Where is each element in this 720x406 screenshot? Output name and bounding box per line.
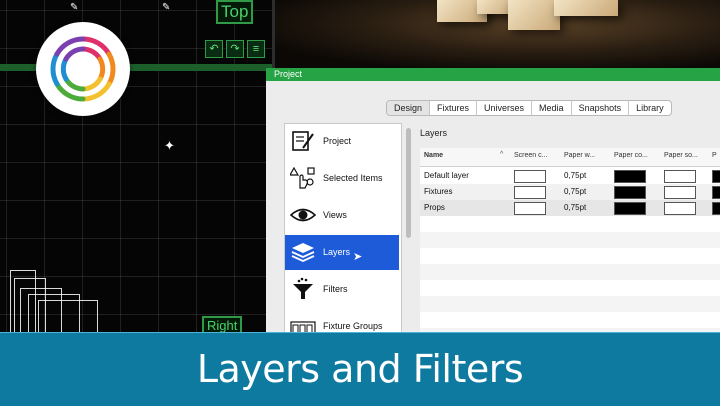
viewport-toolbar: ↶ ↷ ≡ — [205, 40, 265, 58]
paper-width-value[interactable]: 0,75pt — [564, 171, 586, 180]
mouse-pointer-icon: ➤ — [353, 251, 363, 263]
sidebar-item-label: Selected Items — [323, 173, 383, 183]
sidebar-scrollbar[interactable] — [406, 128, 411, 238]
extra-swatch[interactable] — [712, 202, 720, 215]
sidebar-item-views[interactable]: Views — [285, 198, 399, 233]
column-header-screen-color[interactable]: Screen c... — [514, 152, 547, 159]
sidebar-item-selected-items[interactable]: Selected Items — [285, 161, 399, 196]
column-header-more[interactable]: P — [712, 152, 717, 159]
layer-name: Default layer — [424, 171, 469, 180]
empty-row — [420, 296, 720, 312]
tab-media[interactable]: Media — [532, 101, 572, 115]
paper-color-swatch[interactable] — [614, 202, 646, 215]
fixture-icon[interactable]: ✦ — [164, 138, 175, 154]
fixture-marker-icon: ✎ — [70, 2, 79, 13]
paper-solid-swatch[interactable] — [664, 186, 696, 199]
paper-color-swatch[interactable] — [614, 186, 646, 199]
table-row[interactable]: Default layer 0,75pt — [420, 168, 720, 184]
screen-color-swatch[interactable] — [514, 186, 546, 199]
rotate-left-icon[interactable]: ↶ — [205, 40, 223, 58]
viewport-3d[interactable] — [272, 0, 720, 68]
paper-solid-swatch[interactable] — [664, 170, 696, 183]
layers-table: Name ^ Screen c... Paper w... Paper co..… — [420, 148, 720, 340]
eye-icon — [290, 208, 316, 222]
sort-arrow-icon[interactable]: ^ — [500, 151, 503, 158]
screen-color-swatch[interactable] — [514, 170, 546, 183]
paper-width-value[interactable]: 0,75pt — [564, 203, 586, 212]
sidebar-item-label: Views — [323, 210, 347, 220]
window-title: Project — [274, 69, 303, 79]
extra-swatch[interactable] — [712, 186, 720, 199]
sidebar-item-label: Project — [323, 136, 352, 146]
tab-snapshots[interactable]: Snapshots — [572, 101, 630, 115]
sidebar-item-filters[interactable]: Filters — [285, 272, 399, 307]
funnel-icon — [293, 277, 313, 299]
sidebar-item-label: Filters — [323, 284, 348, 294]
prop-box — [554, 0, 618, 16]
design-sidebar: Project Selected Items Views Layers ➤ Fi… — [284, 123, 402, 340]
project-icon — [292, 131, 314, 151]
layers-heading: Layers — [420, 128, 448, 138]
table-header: Name ^ Screen c... Paper w... Paper co..… — [420, 148, 720, 167]
paper-solid-swatch[interactable] — [664, 202, 696, 215]
paper-color-swatch[interactable] — [614, 170, 646, 183]
menu-icon[interactable]: ≡ — [247, 40, 265, 58]
layer-name: Fixtures — [424, 187, 453, 196]
prop-box — [508, 0, 560, 30]
tab-universes[interactable]: Universes — [477, 101, 533, 115]
empty-row — [420, 232, 720, 248]
sidebar-item-label: Layers — [323, 247, 351, 257]
viewport-edge — [272, 0, 275, 68]
title-banner: Layers and Filters — [0, 332, 720, 406]
table-row[interactable]: Fixtures 0,75pt — [420, 184, 720, 200]
tab-fixtures[interactable]: Fixtures — [430, 101, 478, 115]
empty-row — [420, 264, 720, 280]
sidebar-item-label: Fixture Groups — [323, 321, 383, 331]
sidebar-item-project[interactable]: Project — [285, 124, 399, 159]
fixture-marker-icon: ✎ — [162, 2, 171, 13]
banner-title: Layers and Filters — [196, 347, 524, 391]
column-header-paper-width[interactable]: Paper w... — [564, 152, 595, 159]
brand-logo — [36, 22, 130, 116]
tab-library[interactable]: Library — [629, 101, 671, 115]
selected-items-icon — [290, 166, 315, 189]
screen-color-swatch[interactable] — [514, 202, 546, 215]
sidebar-item-layers[interactable]: Layers ➤ — [285, 235, 399, 270]
tab-design[interactable]: Design — [387, 101, 431, 115]
column-header-paper-solid[interactable]: Paper so... — [664, 152, 698, 159]
rotate-right-icon[interactable]: ↷ — [226, 40, 244, 58]
paper-width-value[interactable]: 0,75pt — [564, 187, 586, 196]
view-label-top[interactable]: Top — [216, 0, 254, 24]
extra-swatch[interactable] — [712, 170, 720, 183]
layers-icon — [291, 243, 315, 262]
window-titlebar[interactable]: Project — [266, 68, 720, 81]
column-header-paper-color[interactable]: Paper co... — [614, 152, 648, 159]
table-row[interactable]: Props 0,75pt — [420, 200, 720, 216]
layer-name: Props — [424, 203, 445, 212]
stage-outline — [10, 270, 100, 340]
tab-bar: Design Fixtures Universes Media Snapshot… — [386, 100, 672, 116]
column-header-name[interactable]: Name — [424, 152, 443, 159]
logo-swirl-icon — [50, 36, 116, 102]
project-window: Project Design Fixtures Universes Media … — [266, 68, 720, 340]
